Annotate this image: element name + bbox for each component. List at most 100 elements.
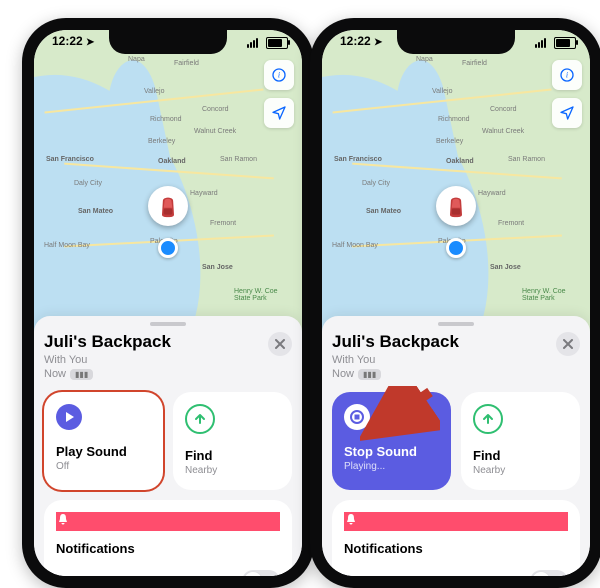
location-services-icon: ➤ <box>86 37 94 48</box>
svg-text:i: i <box>278 71 280 80</box>
map-label: Daly City <box>74 180 102 187</box>
user-location-dot <box>158 238 178 258</box>
time-text: 12:22 <box>52 34 83 48</box>
find-card[interactable]: Find Nearby <box>461 392 580 490</box>
screen: 12:22 ➤ Vacaville Fairfield <box>34 30 302 576</box>
map-controls: i <box>264 60 294 128</box>
map-label: San Francisco <box>334 156 382 163</box>
map-label: San Ramon <box>508 156 545 163</box>
find-status: Nearby <box>185 465 280 476</box>
battery-pill-icon: ▮▮▮ <box>70 369 93 380</box>
battery-pill-icon: ▮▮▮ <box>358 369 381 380</box>
map-label: Berkeley <box>436 138 463 145</box>
map-label: Half Moon Bay <box>332 242 378 249</box>
map-label: Napa <box>128 56 145 63</box>
map-label: Fairfield <box>174 60 199 67</box>
find-label: Find <box>185 448 280 463</box>
user-location-dot <box>446 238 466 258</box>
map-label: Berkeley <box>148 138 175 145</box>
item-pin[interactable] <box>148 186 188 226</box>
notifications-heading: Notifications <box>56 541 280 556</box>
find-arrow-icon <box>185 404 215 434</box>
timestamp-text: Now <box>44 368 66 380</box>
time-text: 12:22 <box>340 34 371 48</box>
play-icon <box>56 404 82 430</box>
item-sheet[interactable]: Juli's Backpack With You Now ▮▮▮ <box>34 316 302 576</box>
item-title: Juli's Backpack <box>332 332 556 352</box>
stop-sound-label: Stop Sound <box>344 444 439 459</box>
find-card[interactable]: Find Nearby <box>173 392 292 490</box>
map-controls: i <box>552 60 582 128</box>
item-title: Juli's Backpack <box>44 332 268 352</box>
battery-icon <box>554 37 576 49</box>
notify-when-found-row[interactable]: Notify When Found <box>344 570 568 576</box>
phone-frame-right: 12:22 ➤ Vacaville Fairfield Nap <box>310 18 600 588</box>
map-label: San Mateo <box>366 208 401 215</box>
sheet-grabber[interactable] <box>438 322 474 326</box>
map-label: Hayward <box>190 190 218 197</box>
status-bar: 12:22 ➤ <box>34 34 302 52</box>
bell-icon <box>344 512 568 531</box>
stop-sound-card[interactable]: Stop Sound Playing... <box>332 392 451 490</box>
map-label: San Mateo <box>78 208 113 215</box>
map-label: Richmond <box>438 116 470 123</box>
map-label: Henry W. Coe State Park <box>234 288 282 302</box>
cell-signal-icon <box>247 38 258 48</box>
phone-frame-left: 12:22 ➤ Vacaville Fairfield <box>22 18 314 588</box>
map-label: Fremont <box>210 220 236 227</box>
with-you-text: With You <box>44 354 87 366</box>
map-label: Napa <box>416 56 433 63</box>
map-label: Walnut Creek <box>194 128 236 135</box>
notify-when-label: Notify When Found <box>56 575 150 576</box>
map-label: Daly City <box>362 180 390 187</box>
screen: 12:22 ➤ Vacaville Fairfield Nap <box>322 30 590 576</box>
cell-signal-icon <box>535 38 546 48</box>
map-label: Concord <box>490 106 516 113</box>
map-locate-button[interactable] <box>264 98 294 128</box>
item-sheet[interactable]: Juli's Backpack With You Now▮▮▮ <box>322 316 590 576</box>
close-icon <box>275 339 285 349</box>
map-label: San Francisco <box>46 156 94 163</box>
find-label: Find <box>473 448 568 463</box>
map-label: Oakland <box>446 158 474 165</box>
play-sound-label: Play Sound <box>56 444 151 459</box>
map-label: San Ramon <box>220 156 257 163</box>
close-button[interactable] <box>556 332 580 356</box>
map-locate-button[interactable] <box>552 98 582 128</box>
stop-sound-status: Playing... <box>344 461 439 472</box>
map-label: San Jose <box>490 264 521 271</box>
notify-when-label: Notify When Found <box>344 575 438 576</box>
map-label: Fremont <box>498 220 524 227</box>
bell-icon <box>56 512 280 531</box>
notify-toggle[interactable] <box>242 570 280 576</box>
item-pin[interactable] <box>436 186 476 226</box>
find-status: Nearby <box>473 465 568 476</box>
sheet-grabber[interactable] <box>150 322 186 326</box>
map-label: Concord <box>202 106 228 113</box>
notifications-card[interactable]: Notifications Notify When Found <box>332 500 580 576</box>
status-time: 12:22 ➤ <box>340 34 382 48</box>
play-sound-card[interactable]: Play Sound Off <box>44 392 163 490</box>
map-label: Walnut Creek <box>482 128 524 135</box>
backpack-icon <box>157 194 179 218</box>
map-label: Henry W. Coe State Park <box>522 288 570 302</box>
map-info-button[interactable]: i <box>552 60 582 90</box>
play-sound-status: Off <box>56 461 151 472</box>
notify-toggle[interactable] <box>530 570 568 576</box>
map-label: Vallejo <box>144 88 165 95</box>
notifications-card[interactable]: Notifications Notify When Found <box>44 500 292 576</box>
item-subtitle: With You <box>332 354 556 366</box>
notify-when-found-row[interactable]: Notify When Found <box>56 570 280 576</box>
map-label: Fairfield <box>462 60 487 67</box>
with-you-text: With You <box>332 354 375 366</box>
svg-text:i: i <box>566 71 568 80</box>
status-time: 12:22 ➤ <box>52 34 94 48</box>
map-label: Oakland <box>158 158 186 165</box>
backpack-icon <box>445 194 467 218</box>
close-button[interactable] <box>268 332 292 356</box>
find-arrow-icon <box>473 404 503 434</box>
map-info-button[interactable]: i <box>264 60 294 90</box>
notifications-heading: Notifications <box>344 541 568 556</box>
close-icon <box>563 339 573 349</box>
item-timestamp: Now▮▮▮ <box>332 368 556 380</box>
